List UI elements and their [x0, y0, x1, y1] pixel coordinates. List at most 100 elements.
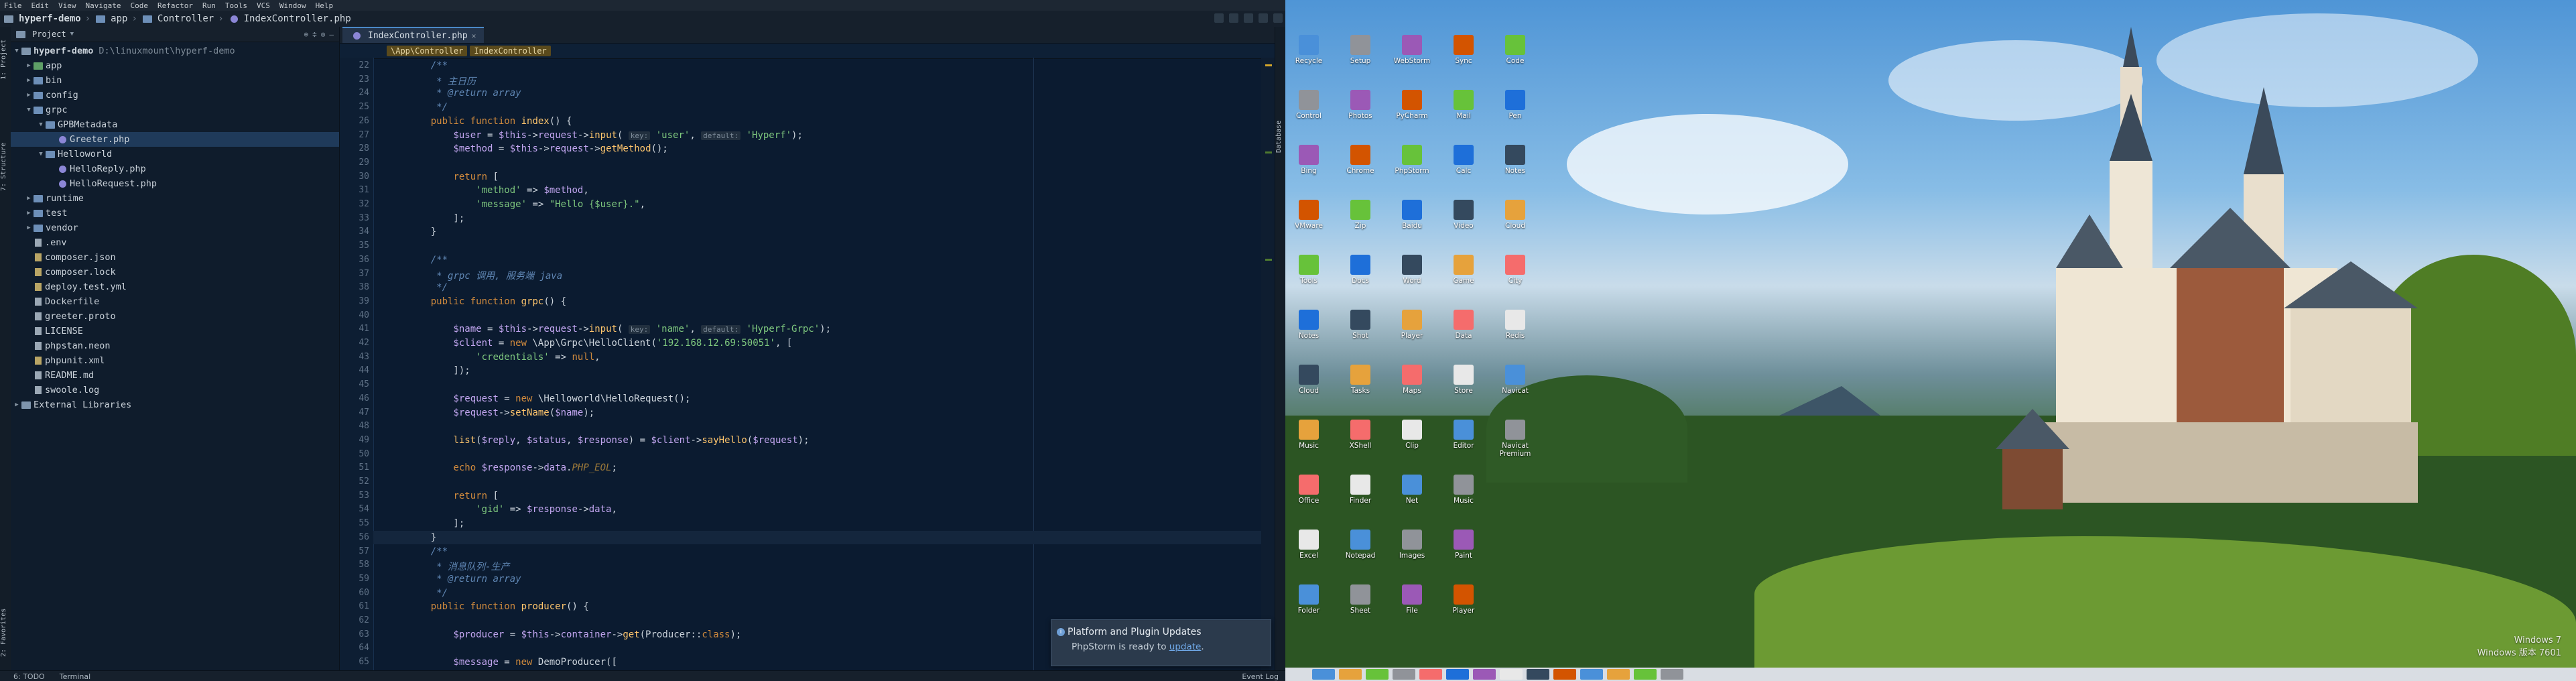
desktop-icon[interactable]: Music: [1439, 472, 1488, 505]
menu-navigate[interactable]: Navigate: [86, 1, 121, 10]
desktop-icon[interactable]: Paint: [1439, 527, 1488, 560]
tab-indexcontroller[interactable]: IndexController.php ✕: [342, 27, 485, 43]
desktop-icon[interactable]: File: [1387, 582, 1437, 615]
desktop-icon[interactable]: Calc: [1439, 142, 1488, 175]
code-line[interactable]: */: [408, 282, 448, 293]
desktop-icon[interactable]: Baidu: [1387, 197, 1437, 230]
taskbar-app-icon[interactable]: [1580, 669, 1603, 680]
desktop-icon[interactable]: Sheet: [1336, 582, 1385, 615]
tool-tab-project[interactable]: 1: Project: [0, 34, 11, 86]
taskbar-app-icon[interactable]: [1312, 669, 1335, 680]
tree-item[interactable]: ▶ bin: [11, 73, 339, 88]
code-line[interactable]: 'gid' => $response->data,: [408, 504, 617, 515]
breadcrumb-controller[interactable]: Controller: [141, 13, 214, 24]
desktop-icon[interactable]: Finder: [1336, 472, 1385, 505]
desktop-icon[interactable]: Store: [1439, 362, 1488, 395]
desktop-icon[interactable]: Pen: [1490, 87, 1540, 120]
editor-scrollbar[interactable]: [1261, 58, 1275, 670]
chevron-down-icon[interactable]: ▼: [38, 117, 44, 132]
code-line[interactable]: 'credentials' => null,: [408, 352, 600, 363]
collapse-icon[interactable]: ≑: [312, 30, 317, 39]
menu-code[interactable]: Code: [130, 1, 148, 10]
tool-tab-structure[interactable]: 7: Structure: [0, 134, 11, 200]
taskbar-app-icon[interactable]: [1393, 669, 1415, 680]
desktop-icon[interactable]: Mail: [1439, 87, 1488, 120]
tree-item[interactable]: LICENSE: [11, 324, 339, 338]
menu-tools[interactable]: Tools: [225, 1, 247, 10]
tree-item[interactable]: .env: [11, 235, 339, 250]
change-marker[interactable]: [1265, 259, 1272, 261]
desktop-icon[interactable]: Code: [1490, 32, 1540, 65]
code-line[interactable]: echo $response->data.PHP_EOL;: [408, 462, 617, 473]
code-line[interactable]: $client = new \App\Grpc\HelloClient('192…: [408, 338, 792, 349]
taskbar-app-icon[interactable]: [1419, 669, 1442, 680]
chevron-right-icon[interactable]: ▶: [25, 88, 32, 103]
desktop-icon[interactable]: Cloud: [1285, 362, 1334, 395]
tree-item[interactable]: README.md: [11, 368, 339, 383]
desktop-icon[interactable]: Player: [1387, 307, 1437, 340]
code-editor[interactable]: 22 /** 23 * 主日历 24 * @return array 25 */26 …: [340, 58, 1261, 670]
taskbar-app-icon[interactable]: [1527, 669, 1549, 680]
run-icon[interactable]: [1229, 13, 1238, 23]
desktop-icon[interactable]: Player: [1439, 582, 1488, 615]
code-line[interactable]: public function producer() {: [408, 601, 589, 612]
code-line[interactable]: return [: [408, 172, 498, 182]
desktop-icon[interactable]: Sync: [1439, 32, 1488, 65]
desktop-icon[interactable]: Notes: [1285, 307, 1334, 340]
tree-item[interactable]: ▶ runtime: [11, 191, 339, 206]
tree-item[interactable]: deploy.test.yml: [11, 280, 339, 294]
chevron-right-icon[interactable]: ▶: [25, 58, 32, 73]
tree-item[interactable]: greeter.proto: [11, 309, 339, 324]
code-line[interactable]: public function grpc() {: [408, 296, 566, 307]
tree-item[interactable]: Dockerfile: [11, 294, 339, 309]
desktop-icon[interactable]: Docs: [1336, 252, 1385, 285]
desktop-icon[interactable]: XShell: [1336, 417, 1385, 450]
tree-item[interactable]: phpstan.neon: [11, 338, 339, 353]
code-line[interactable]: }: [408, 532, 436, 543]
code-line[interactable]: * 消息队列-生产: [408, 560, 509, 573]
desktop-icon[interactable]: Chrome: [1336, 142, 1385, 175]
desktop-icon[interactable]: Game: [1439, 252, 1488, 285]
code-line[interactable]: ]);: [408, 365, 470, 376]
code-line[interactable]: * @return array: [408, 574, 521, 584]
chevron-down-icon[interactable]: ▼: [38, 147, 44, 162]
menu-refactor[interactable]: Refactor: [157, 1, 193, 10]
code-line[interactable]: $request = new \Helloworld\HelloRequest(…: [408, 393, 690, 404]
inspection-marker[interactable]: [1265, 64, 1272, 66]
tree-item[interactable]: composer.lock: [11, 265, 339, 280]
desktop-icon[interactable]: Net: [1387, 472, 1437, 505]
code-line[interactable]: return [: [408, 491, 498, 501]
desktop-icon[interactable]: Excel: [1285, 527, 1334, 560]
breadcrumb-project[interactable]: hyperf-demo: [3, 13, 81, 24]
chevron-right-icon[interactable]: ▶: [25, 191, 32, 206]
tree-item[interactable]: swoole.log: [11, 383, 339, 397]
desktop-icon[interactable]: Editor: [1439, 417, 1488, 450]
desktop-icon[interactable]: VMware: [1285, 197, 1334, 230]
desktop-icon[interactable]: Shot: [1336, 307, 1385, 340]
code-line[interactable]: ];: [408, 518, 464, 529]
todo-tab[interactable]: 6: TODO: [13, 672, 45, 681]
desktop-icon[interactable]: Recycle: [1285, 32, 1334, 65]
breadcrumb-app[interactable]: app: [94, 13, 127, 24]
desktop-icon[interactable]: Video: [1439, 197, 1488, 230]
desktop-icon[interactable]: PhpStorm: [1387, 142, 1437, 175]
desktop-icon[interactable]: Clip: [1387, 417, 1437, 450]
code-line[interactable]: $name = $this->request->input( key: 'nam…: [408, 324, 831, 334]
menu-vcs[interactable]: VCS: [257, 1, 270, 10]
taskbar-app-icon[interactable]: [1661, 669, 1683, 680]
code-line[interactable]: $message = new DemoProducer([: [408, 657, 617, 668]
menu-edit[interactable]: Edit: [31, 1, 50, 10]
tree-item[interactable]: ▶ test: [11, 206, 339, 221]
locate-icon[interactable]: ⊕: [304, 30, 309, 39]
desktop-icon[interactable]: Data: [1439, 307, 1488, 340]
desktop-icon[interactable]: Control: [1285, 87, 1334, 120]
chevron-right-icon[interactable]: ▶: [25, 221, 32, 235]
search-everywhere-icon[interactable]: [1273, 13, 1283, 23]
code-line[interactable]: /**: [408, 60, 448, 71]
tree-item[interactable]: ▶ External Libraries: [11, 397, 339, 412]
code-line[interactable]: list($reply, $status, $response) = $clie…: [408, 435, 809, 446]
tree-item[interactable]: phpunit.xml: [11, 353, 339, 368]
taskbar-app-icon[interactable]: [1339, 669, 1362, 680]
tree-item[interactable]: ▼ Helloworld: [11, 147, 339, 162]
menu-view[interactable]: View: [58, 1, 76, 10]
